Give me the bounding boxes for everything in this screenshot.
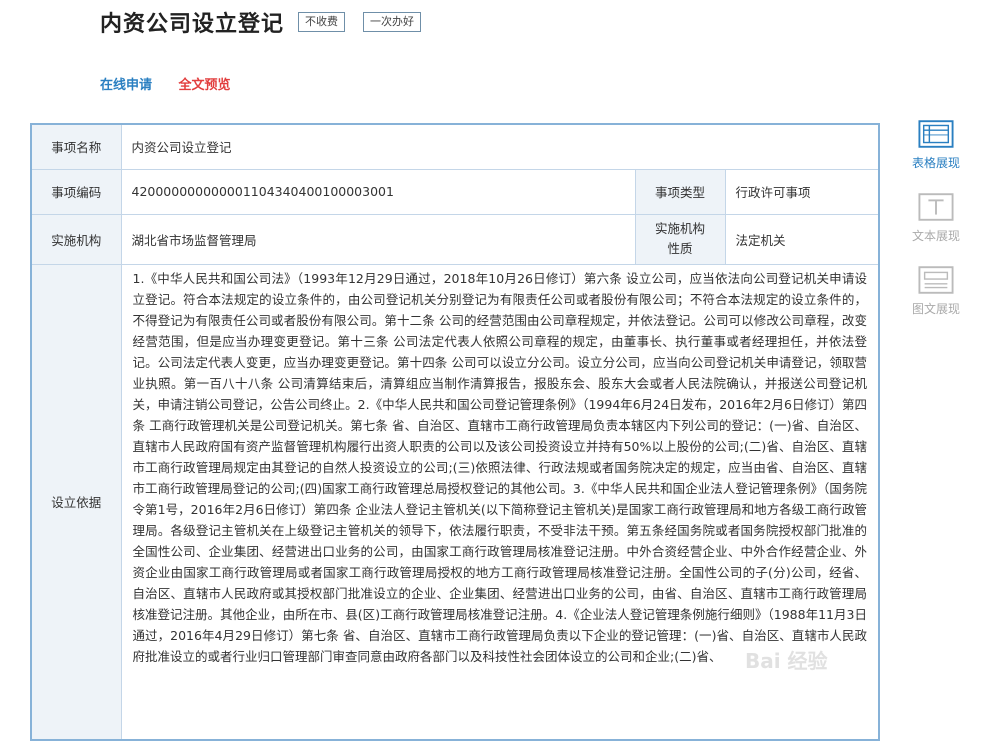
basis-label: 设立依据	[30, 263, 122, 740]
org-value: 湖北省市场监督管理局	[120, 213, 636, 265]
item-type-value: 行政许可事项	[724, 168, 880, 215]
image-view-label: 图文展现	[911, 302, 960, 316]
watermark: Bai 经验	[745, 649, 828, 673]
text-view-icon	[918, 193, 954, 221]
org-label: 实施机构	[30, 213, 122, 265]
text-view-label: 文本展现	[911, 229, 960, 243]
free-badge: 不收费	[298, 12, 346, 32]
one-time-badge: 一次办好	[363, 12, 422, 32]
item-code-value: 420000000000001104340400100003001	[120, 168, 636, 215]
item-name-label: 事项名称	[30, 123, 122, 170]
title-row: 内资公司设立登记 不收费 一次办好	[100, 6, 422, 38]
online-apply-link[interactable]: 在线申请	[100, 78, 152, 93]
org-nature-label: 实施机构性质	[634, 213, 726, 265]
item-name-value: 内资公司设立登记	[120, 123, 880, 170]
image-view-button[interactable]: 图文展现	[903, 266, 969, 317]
table-view-label: 表格展现	[911, 156, 960, 170]
table-row: 实施机构 湖北省市场监督管理局 实施机构性质 法定机关	[30, 213, 880, 265]
action-links: 在线申请 全文预览	[100, 74, 231, 93]
table-view-icon	[918, 120, 954, 148]
item-code-label: 事项编码	[30, 168, 122, 215]
full-preview-link[interactable]: 全文预览	[179, 78, 231, 93]
view-switcher: 表格展现 文本展现 图文展现	[903, 120, 969, 339]
page-title: 内资公司设立登记	[100, 12, 285, 37]
table-row: 事项编码 420000000000001104340400100003001 事…	[30, 168, 880, 215]
table-row: 事项名称 内资公司设立登记	[30, 123, 880, 170]
text-view-button[interactable]: 文本展现	[903, 193, 969, 244]
image-text-view-icon	[918, 266, 954, 294]
item-type-label: 事项类型	[634, 168, 726, 215]
table-view-button[interactable]: 表格展现	[903, 120, 969, 171]
org-nature-value: 法定机关	[724, 213, 880, 265]
